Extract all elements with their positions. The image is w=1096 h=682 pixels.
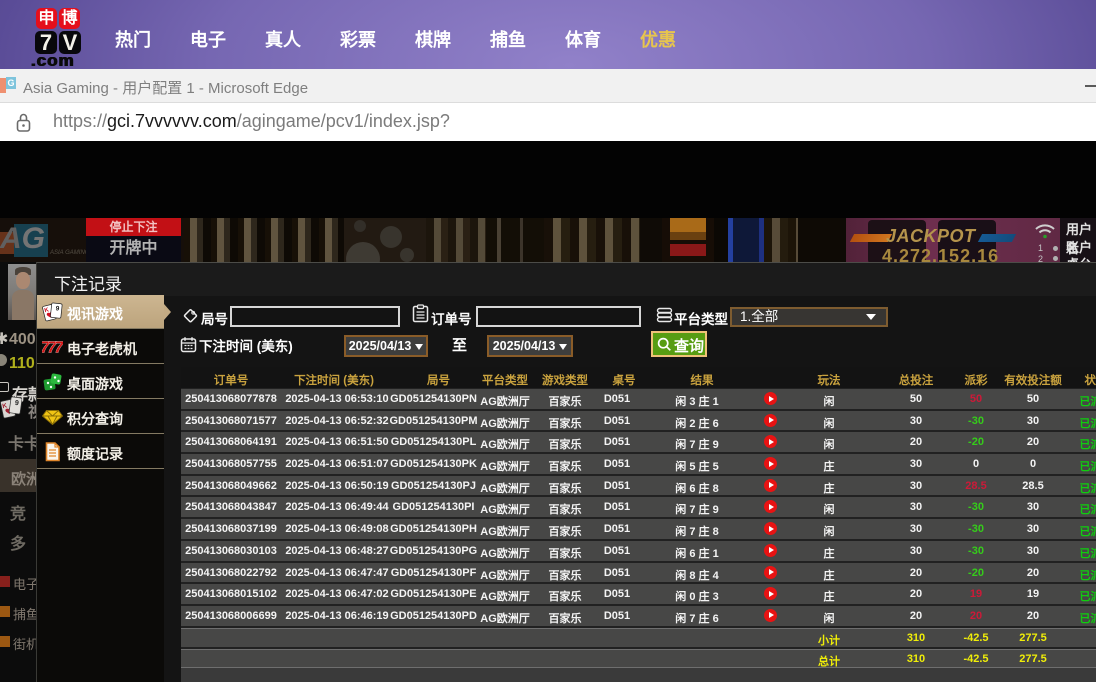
svg-text:7: 7 <box>55 340 64 357</box>
